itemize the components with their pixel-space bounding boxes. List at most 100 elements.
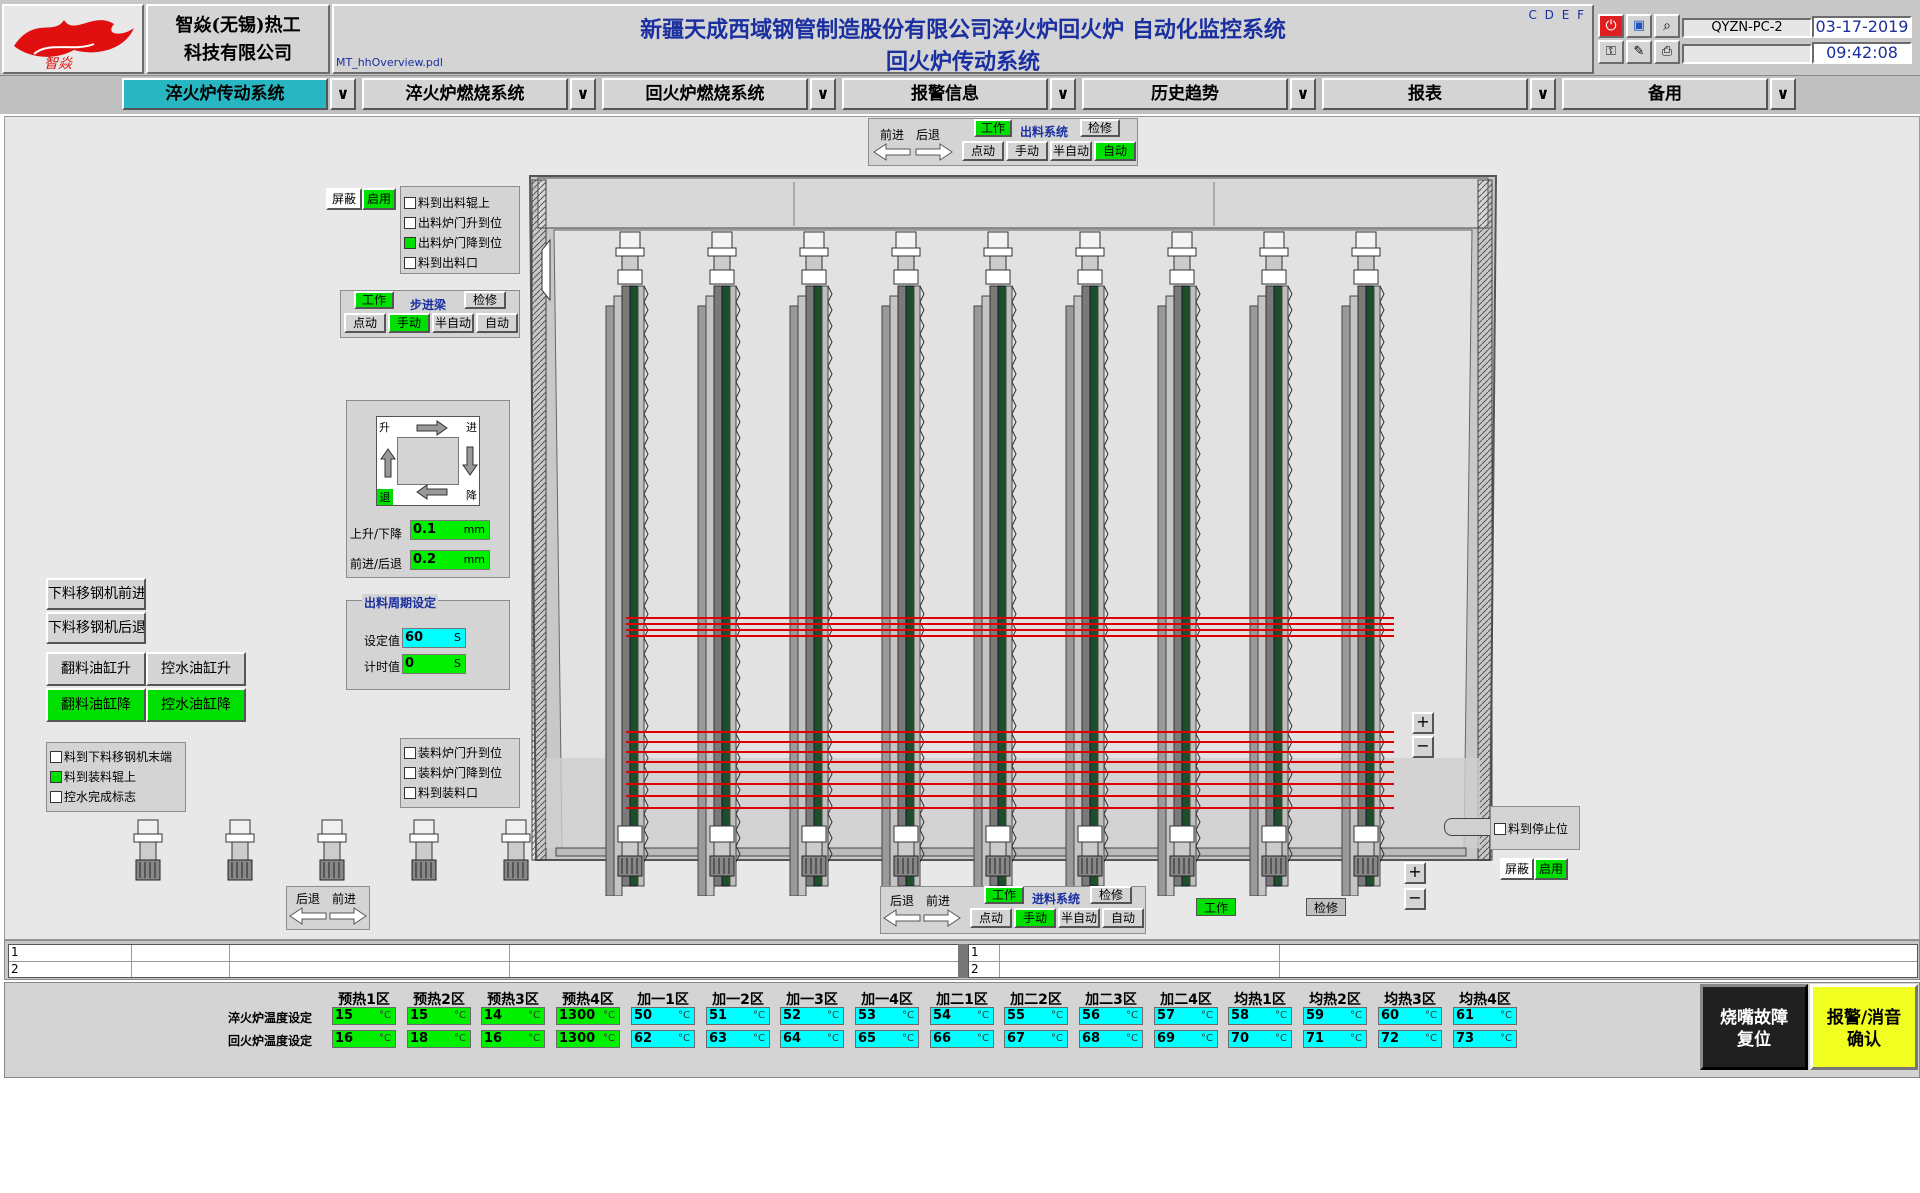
drain-up-button[interactable]: 控水油缸升 — [146, 652, 246, 686]
tab-temper-burn[interactable]: 回火炉燃烧系统 — [602, 78, 808, 110]
temp-setpoint-cell[interactable]: 61 °C — [1453, 1007, 1517, 1025]
temp-setpoint-cell[interactable]: 52 °C — [780, 1007, 844, 1025]
temp-setpoint-cell[interactable]: 54 °C — [930, 1007, 994, 1025]
temp-setpoint-cell[interactable]: 65 °C — [855, 1030, 919, 1048]
tab-quench-burn[interactable]: 淬火炉燃烧系统 — [362, 78, 568, 110]
zoom-out-upper[interactable]: − — [1412, 736, 1434, 758]
bm-manual-button[interactable]: 手动 — [1014, 908, 1056, 928]
right-enable-button[interactable]: 启用 — [1534, 858, 1568, 880]
zoom-in-upper[interactable]: + — [1412, 712, 1434, 734]
tab-history-trend[interactable]: 历史趋势 — [1082, 78, 1288, 110]
cycle-set-field[interactable]: 60 S — [402, 628, 466, 648]
unload-forward-button[interactable]: 下料移钢机前进 — [46, 578, 146, 610]
power-icon[interactable]: ⏻ — [1598, 14, 1624, 38]
top-work-button[interactable]: 工作 — [974, 119, 1012, 137]
unload-back-button[interactable]: 下料移钢机后退 — [46, 612, 146, 644]
left-enable-button[interactable]: 启用 — [362, 188, 396, 210]
step-work-button[interactable]: 工作 — [354, 291, 394, 309]
step-auto-button[interactable]: 自动 — [476, 313, 518, 333]
temp-setpoint-cell[interactable]: 1300 °C — [556, 1030, 620, 1048]
flip-up-button[interactable]: 翻料油缸升 — [46, 652, 146, 686]
zone-header: 均热3区 — [1384, 992, 1436, 1008]
temp-value: 57 — [1157, 1008, 1176, 1023]
print-icon[interactable]: ⎙ — [1654, 40, 1680, 64]
temp-setpoint-cell[interactable]: 55 °C — [1004, 1007, 1068, 1025]
chevron-down-icon[interactable]: ∨ — [1050, 78, 1076, 110]
chevron-down-icon[interactable]: ∨ — [810, 78, 836, 110]
temp-setpoint-cell[interactable]: 50 °C — [631, 1007, 695, 1025]
chevron-down-icon[interactable]: ∨ — [1530, 78, 1556, 110]
temp-setpoint-cell[interactable]: 68 °C — [1079, 1030, 1143, 1048]
top-manual-button[interactable]: 手动 — [1006, 141, 1048, 161]
temp-setpoint-cell[interactable]: 53 °C — [855, 1007, 919, 1025]
tab-alarm-info[interactable]: 报警信息 — [842, 78, 1048, 110]
step-manual-button[interactable]: 手动 — [388, 313, 430, 333]
temp-setpoint-cell[interactable]: 1300 °C — [556, 1007, 620, 1025]
temp-setpoint-cell[interactable]: 58 °C — [1228, 1007, 1292, 1025]
bm-work-button[interactable]: 工作 — [984, 886, 1024, 904]
temp-setpoint-cell[interactable]: 72 °C — [1378, 1030, 1442, 1048]
search-icon[interactable]: ⌕ — [1654, 14, 1680, 38]
temp-setpoint-cell[interactable]: 73 °C — [1453, 1030, 1517, 1048]
temp-setpoint-cell[interactable]: 57 °C — [1154, 1007, 1218, 1025]
zoom-in-lower[interactable]: + — [1404, 862, 1426, 884]
burner-reset-line2: 复位 — [1737, 1030, 1771, 1050]
top-forward-arrow[interactable] — [914, 142, 954, 162]
top-back-arrow[interactable] — [872, 142, 912, 162]
temp-setpoint-cell[interactable]: 70 °C — [1228, 1030, 1292, 1048]
bm-forward-arrow[interactable] — [922, 908, 962, 928]
temp-setpoint-cell[interactable]: 16 °C — [481, 1030, 545, 1048]
step-maint-button[interactable]: 检修 — [464, 291, 506, 309]
step-jog-button[interactable]: 点动 — [344, 313, 386, 333]
alarm-scroll-thumb[interactable] — [958, 944, 968, 978]
lift-value-field[interactable]: 0.1 mm — [410, 520, 490, 540]
chevron-down-icon[interactable]: ∨ — [570, 78, 596, 110]
chevron-down-icon[interactable]: ∨ — [330, 78, 356, 110]
temp-setpoint-cell[interactable]: 59 °C — [1303, 1007, 1367, 1025]
top-auto-button[interactable]: 自动 — [1094, 141, 1136, 161]
temp-setpoint-cell[interactable]: 16 °C — [332, 1030, 396, 1048]
monitor-icon[interactable]: ▣ — [1626, 14, 1652, 38]
top-semi-button[interactable]: 半自动 — [1050, 141, 1092, 161]
bl-forward-arrow[interactable] — [328, 906, 368, 926]
burner-reset-button[interactable]: 烧嘴故障 复位 — [1700, 984, 1808, 1070]
bm-maint-button[interactable]: 检修 — [1090, 886, 1132, 904]
top-maint-button[interactable]: 检修 — [1080, 119, 1120, 137]
temp-setpoint-cell[interactable]: 67 °C — [1004, 1030, 1068, 1048]
temp-setpoint-cell[interactable]: 14 °C — [481, 1007, 545, 1025]
right-shield-button[interactable]: 屏蔽 — [1500, 858, 1534, 880]
temp-setpoint-cell[interactable]: 62 °C — [631, 1030, 695, 1048]
bm-semi-button[interactable]: 半自动 — [1058, 908, 1100, 928]
top-jog-button[interactable]: 点动 — [962, 141, 1004, 161]
bm-back-arrow[interactable] — [882, 908, 922, 928]
temp-setpoint-cell[interactable]: 63 °C — [706, 1030, 770, 1048]
tab-quench-drive[interactable]: 淬火炉传动系统 — [122, 78, 328, 110]
temp-setpoint-cell[interactable]: 60 °C — [1378, 1007, 1442, 1025]
left-shield-button[interactable]: 屏蔽 — [326, 188, 362, 210]
alarm-ack-button[interactable]: 报警/消音 确认 — [1810, 984, 1918, 1070]
chevron-down-icon[interactable]: ∨ — [1290, 78, 1316, 110]
bm-auto-button[interactable]: 自动 — [1102, 908, 1144, 928]
temp-setpoint-cell[interactable]: 15 °C — [407, 1007, 471, 1025]
zoom-out-lower[interactable]: − — [1404, 888, 1426, 910]
chevron-down-icon[interactable]: ∨ — [1770, 78, 1796, 110]
flip-down-button[interactable]: 翻料油缸降 — [46, 688, 146, 722]
tab-spare[interactable]: 备用 — [1562, 78, 1768, 110]
key-icon[interactable]: ⚿ — [1598, 40, 1624, 64]
temp-setpoint-cell[interactable]: 71 °C — [1303, 1030, 1367, 1048]
temp-setpoint-cell[interactable]: 15 °C — [332, 1007, 396, 1025]
feed-value-field[interactable]: 0.2 mm — [410, 550, 490, 570]
drain-down-button[interactable]: 控水油缸降 — [146, 688, 246, 722]
tab-report[interactable]: 报表 — [1322, 78, 1528, 110]
step-semi-button[interactable]: 半自动 — [432, 313, 474, 333]
temp-setpoint-cell[interactable]: 64 °C — [780, 1030, 844, 1048]
temp-setpoint-cell[interactable]: 66 °C — [930, 1030, 994, 1048]
temp-setpoint-cell[interactable]: 51 °C — [706, 1007, 770, 1025]
bm-jog-button[interactable]: 点动 — [970, 908, 1012, 928]
tools-icon[interactable]: ✎ — [1626, 40, 1652, 64]
temp-setpoint-cell[interactable]: 69 °C — [1154, 1030, 1218, 1048]
temp-setpoint-cell[interactable]: 18 °C — [407, 1030, 471, 1048]
temp-setpoint-cell[interactable]: 56 °C — [1079, 1007, 1143, 1025]
bl-back-arrow[interactable] — [288, 906, 328, 926]
alarm-list-left: 1 2 — [8, 944, 962, 978]
